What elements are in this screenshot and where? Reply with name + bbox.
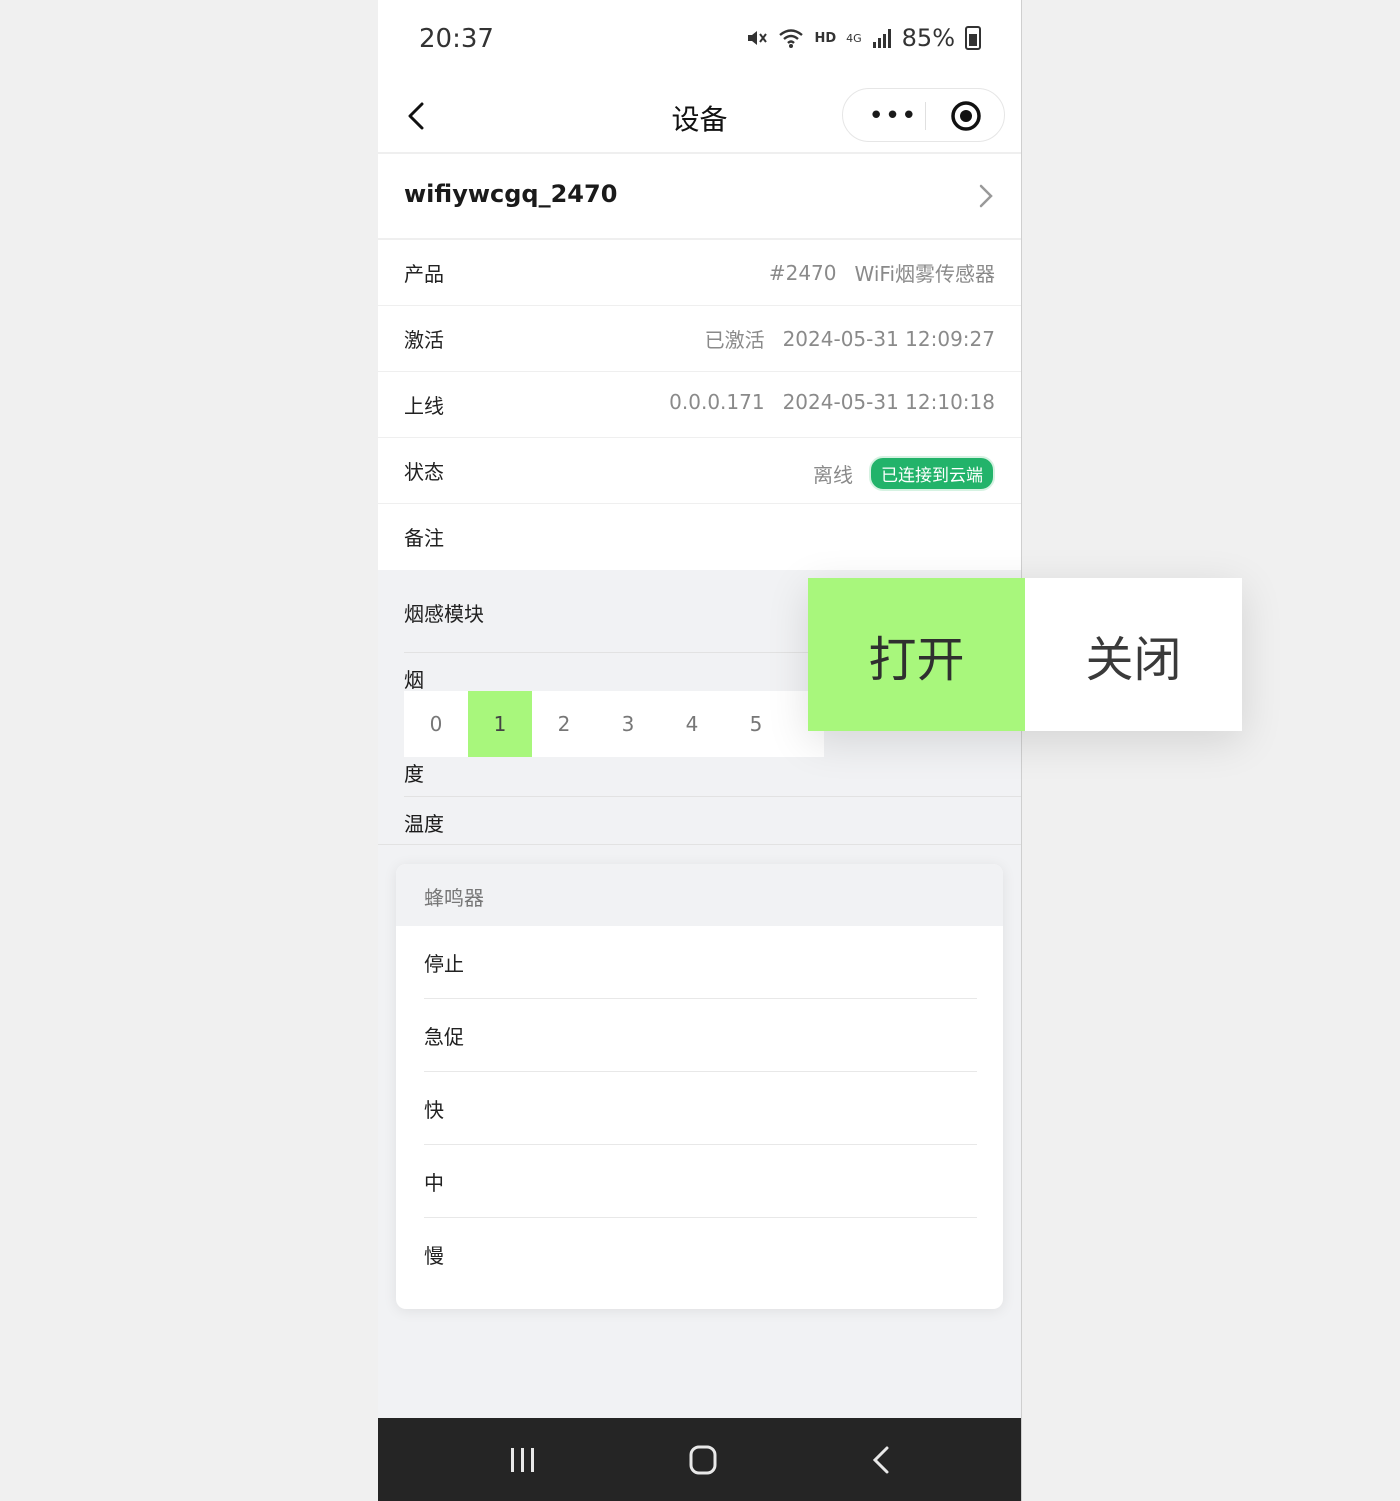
- status-bar: 20:37 HD 4G 85%: [378, 0, 1021, 80]
- product-id: #2470: [768, 260, 837, 285]
- system-navigation-bar: [378, 1418, 1021, 1501]
- module-title: 烟感模块: [404, 602, 484, 626]
- info-label: 产品: [404, 262, 444, 286]
- activation-status: 已激活: [704, 328, 765, 352]
- divider: [404, 796, 1021, 797]
- level-option[interactable]: 0: [404, 691, 468, 757]
- level-option[interactable]: 4: [660, 691, 724, 757]
- status-time: 20:37: [419, 24, 494, 54]
- temperature-label: 温度: [404, 812, 444, 836]
- info-row-activation: 激活 已激活 2024-05-31 12:09:27: [378, 306, 1021, 373]
- info-label: 上线: [404, 394, 444, 418]
- level-option[interactable]: 3: [596, 691, 660, 757]
- info-row-product: 产品 #2470 WiFi烟雾传感器: [378, 240, 1021, 307]
- info-value: #2470 WiFi烟雾传感器: [769, 258, 995, 287]
- smoke-density-label-top: 烟: [404, 668, 424, 692]
- buzzer-title: 蜂鸣器: [424, 886, 484, 910]
- level-option-selected[interactable]: 1: [468, 691, 532, 757]
- power-switch-overlay: 打开 关闭: [808, 578, 1242, 731]
- option-label: 慢: [424, 1244, 444, 1268]
- cloud-status-badge: 已连接到云端: [869, 456, 995, 491]
- device-name: wifiywcgq_2470: [404, 180, 618, 208]
- mini-program-capsule: •••: [842, 88, 1005, 142]
- capsule-divider: [925, 102, 926, 130]
- buzzer-action-sheet: 蜂鸣器 停止 急促 快 中 慢: [396, 864, 1003, 1309]
- info-row-online: 上线 0.0.0.171 2024-05-31 12:10:18: [378, 372, 1021, 439]
- wifi-icon: [779, 29, 804, 48]
- option-label: 快: [424, 1098, 444, 1122]
- offline-status: 离线: [813, 463, 853, 487]
- level-option[interactable]: 5: [724, 691, 788, 757]
- divider: [378, 844, 1021, 845]
- network-type: 4G: [846, 31, 862, 45]
- home-icon[interactable]: [683, 1444, 723, 1476]
- battery-percent: 85%: [901, 24, 955, 52]
- buzzer-option-stop[interactable]: 停止: [396, 926, 1003, 999]
- option-label: 急促: [424, 1025, 464, 1049]
- status-icons: HD 4G 85%: [746, 24, 981, 52]
- online-time: 2024-05-31 12:10:18: [782, 390, 995, 414]
- buzzer-option-fast[interactable]: 快: [396, 1072, 1003, 1145]
- option-label: 停止: [424, 952, 464, 976]
- info-value: 已激活 2024-05-31 12:09:27: [705, 324, 995, 353]
- buzzer-header: 蜂鸣器: [396, 864, 1003, 926]
- target-icon: [951, 101, 981, 131]
- buzzer-option-slow[interactable]: 慢: [396, 1218, 1003, 1291]
- product-name: WiFi烟雾传感器: [854, 262, 996, 286]
- chevron-right-icon: [979, 184, 993, 208]
- recent-apps-icon[interactable]: [503, 1444, 543, 1476]
- info-label: 状态: [404, 460, 444, 484]
- smoke-level-selector: 0 1 2 3 4 5: [404, 691, 824, 757]
- buzzer-option-medium[interactable]: 中: [396, 1145, 1003, 1218]
- firmware-version: 0.0.0.171: [669, 390, 765, 414]
- close-mini-program-button[interactable]: [939, 89, 993, 143]
- buzzer-option-rapid[interactable]: 急促: [396, 999, 1003, 1072]
- hd-indicator: HD: [814, 30, 837, 46]
- activation-time: 2024-05-31 12:09:27: [782, 326, 995, 351]
- more-button[interactable]: •••: [861, 89, 925, 143]
- back-nav-icon[interactable]: [863, 1444, 903, 1476]
- smoke-density-label-bottom: 度: [404, 762, 424, 786]
- battery-icon: [965, 26, 981, 50]
- info-label: 激活: [404, 328, 444, 352]
- info-label: 备注: [404, 526, 444, 550]
- nav-bar: 设备 •••: [378, 80, 1021, 154]
- signal-icon: [872, 29, 891, 48]
- info-row-note[interactable]: 备注: [378, 504, 1021, 569]
- switch-on-button[interactable]: 打开: [808, 578, 1025, 731]
- info-row-status: 状态 离线 已连接到云端: [378, 438, 1021, 505]
- mute-icon: [748, 31, 768, 45]
- info-value: 0.0.0.171 2024-05-31 12:10:18: [669, 390, 995, 414]
- level-option[interactable]: 2: [532, 691, 596, 757]
- option-label: 中: [424, 1171, 444, 1195]
- switch-off-button[interactable]: 关闭: [1025, 578, 1242, 731]
- info-value: 离线 已连接到云端: [813, 456, 995, 491]
- phone-screen: 20:37 HD 4G 85% 设备 ••• wifiywcgq_2470 产品…: [378, 0, 1022, 1501]
- device-name-row[interactable]: wifiywcgq_2470: [378, 154, 1021, 240]
